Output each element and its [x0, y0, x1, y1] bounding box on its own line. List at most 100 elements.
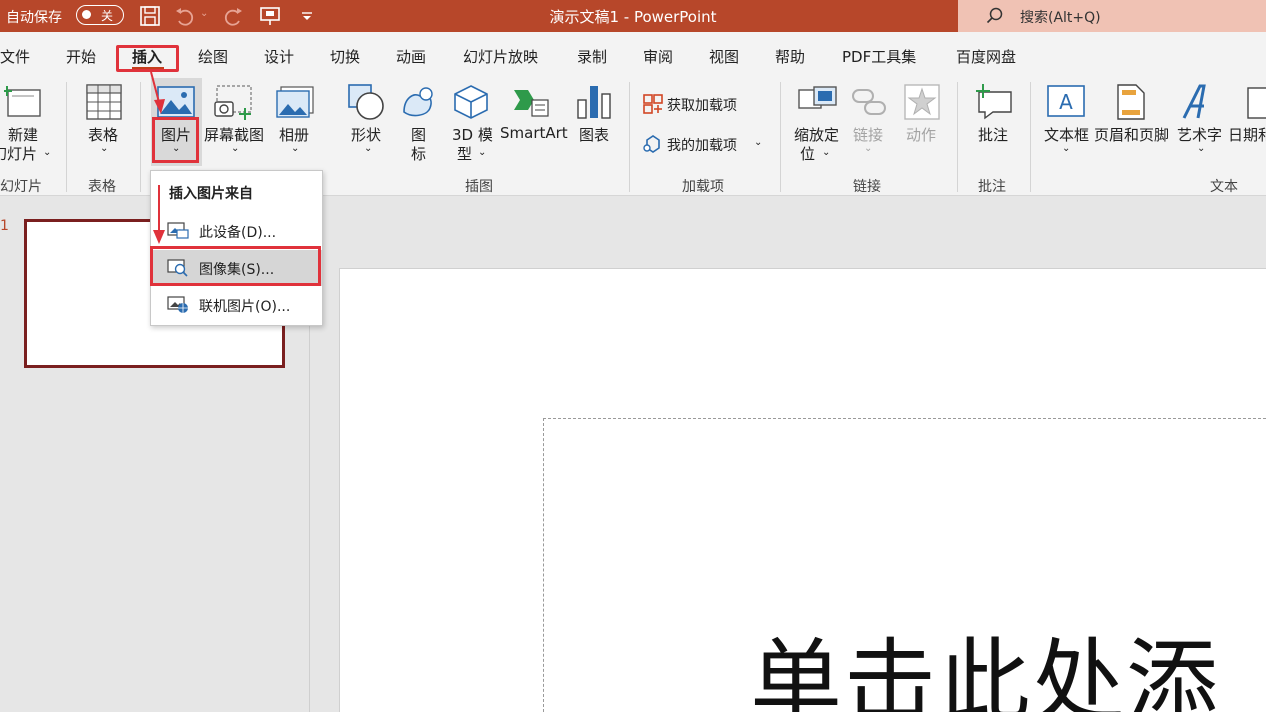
comment-icon[interactable] [975, 84, 1015, 120]
insert-tab-highlight [116, 45, 179, 72]
tab-pdf-tools[interactable]: PDF工具集 [842, 46, 916, 67]
tab-record[interactable]: 录制 [577, 46, 607, 67]
screenshot-chevron-icon[interactable]: ⌄ [231, 143, 239, 154]
autosave-state: 关 [101, 9, 114, 23]
slide-number: 1 [0, 218, 9, 234]
get-addins-icon[interactable] [643, 94, 663, 114]
header-footer-icon[interactable] [1116, 84, 1146, 120]
album-chevron-icon[interactable]: ⌄ [291, 143, 299, 154]
customize-qat-icon[interactable] [296, 5, 318, 27]
tab-view[interactable]: 视图 [709, 46, 739, 67]
undo-icon[interactable] [174, 5, 196, 27]
shapes-chevron-icon[interactable]: ⌄ [364, 143, 372, 154]
link-icon[interactable] [851, 86, 887, 118]
date-time-label[interactable]: 日期和 [1228, 124, 1266, 145]
header-footer-label[interactable]: 页眉和页脚 [1094, 124, 1169, 145]
3d-model-label-2[interactable]: 型 [457, 143, 472, 164]
3d-model-label-1[interactable]: 3D 模 [452, 124, 493, 145]
chart-label[interactable]: 图表 [579, 124, 609, 145]
screenshot-label[interactable]: 屏幕截图 [204, 124, 264, 145]
table-label[interactable]: 表格 [88, 124, 118, 145]
new-slide-chevron-icon[interactable]: ⌄ [43, 147, 51, 158]
link-label[interactable]: 链接 [853, 124, 883, 145]
svg-text:A: A [1059, 90, 1073, 114]
search-icon [986, 7, 1003, 24]
tab-animations[interactable]: 动画 [396, 46, 426, 67]
my-addins-icon[interactable] [643, 134, 663, 154]
search-box[interactable]: 搜索(Alt+Q) [958, 0, 1266, 32]
group-separator [957, 82, 958, 192]
date-time-icon[interactable] [1246, 84, 1266, 120]
album-label[interactable]: 相册 [279, 124, 309, 145]
icons-label-2[interactable]: 标 [411, 143, 426, 164]
undo-dropdown-icon[interactable]: ⌄ [200, 8, 208, 19]
group-tables-label: 表格 [88, 179, 116, 195]
3d-model-icon[interactable] [452, 84, 490, 120]
zoom-label-1[interactable]: 缩放定 [794, 124, 839, 145]
present-icon[interactable] [259, 5, 281, 27]
tab-slideshow[interactable]: 幻灯片放映 [463, 46, 538, 67]
tab-baidu-netdisk[interactable]: 百度网盘 [956, 46, 1016, 67]
dropdown-header: 插入图片来自 [169, 186, 253, 202]
menu-item-online-pictures[interactable]: 联机图片(O)... [151, 287, 322, 323]
shapes-icon[interactable] [348, 84, 386, 120]
tab-transitions[interactable]: 切换 [330, 46, 360, 67]
redo-icon[interactable] [222, 5, 244, 27]
table-chevron-icon[interactable]: ⌄ [100, 143, 108, 154]
smartart-label[interactable]: SmartArt [500, 124, 568, 142]
online-pictures-icon [167, 296, 188, 313]
comment-label[interactable]: 批注 [978, 124, 1008, 145]
tab-draw[interactable]: 绘图 [198, 46, 228, 67]
zoom-label-2[interactable]: 位 [800, 143, 815, 164]
zoom-chevron-icon[interactable]: ⌄ [822, 147, 830, 158]
tab-file[interactable]: 文件 [0, 46, 30, 67]
wordart-chevron-icon[interactable]: ⌄ [1197, 143, 1205, 154]
title-placeholder-text[interactable]: 单击此处添 [750, 608, 1220, 712]
group-comments-label: 批注 [978, 179, 1006, 195]
group-separator [629, 82, 630, 192]
new-slide-icon[interactable] [4, 84, 42, 120]
action-label[interactable]: 动作 [906, 124, 936, 145]
ribbon-tabs: 文件 开始 插入 绘图 设计 切换 动画 幻灯片放映 录制 审阅 视图 帮助 P… [0, 32, 1266, 76]
chart-icon[interactable] [576, 84, 612, 120]
my-addins-chevron-icon[interactable]: ⌄ [754, 137, 762, 148]
tab-review[interactable]: 审阅 [643, 46, 673, 67]
my-addins-label[interactable]: 我的加载项 [667, 135, 737, 155]
autosave-toggle[interactable]: 关 [76, 5, 124, 25]
photo-album-icon[interactable] [276, 86, 314, 118]
tab-home[interactable]: 开始 [66, 46, 96, 67]
action-icon[interactable] [904, 84, 940, 120]
icons-icon[interactable] [400, 84, 438, 120]
textbox-icon[interactable]: A [1046, 84, 1086, 120]
tab-help[interactable]: 帮助 [775, 46, 805, 67]
wordart-icon[interactable] [1180, 84, 1216, 120]
group-separator [66, 82, 67, 192]
save-icon[interactable] [139, 5, 161, 27]
group-separator [1030, 82, 1031, 192]
screenshot-icon[interactable] [213, 84, 255, 120]
tab-design[interactable]: 设计 [264, 46, 294, 67]
get-addins-label[interactable]: 获取加载项 [667, 95, 737, 115]
online-pictures-label: 联机图片(O)... [199, 299, 291, 315]
group-separator [780, 82, 781, 192]
new-slide-label-1[interactable]: 新建 [8, 124, 38, 145]
shapes-label[interactable]: 形状 [351, 124, 381, 145]
3d-model-chevron-icon[interactable]: ⌄ [478, 147, 486, 158]
annotation-arrows [150, 71, 165, 244]
this-device-label: 此设备(D)... [199, 225, 277, 241]
group-links-label: 链接 [853, 179, 881, 195]
group-addins-label: 加载项 [682, 179, 724, 195]
wordart-label[interactable]: 艺术字 [1177, 124, 1222, 145]
new-slide-label-2[interactable]: 幻灯片 [0, 143, 37, 164]
link-chevron-icon[interactable]: ⌄ [864, 143, 872, 154]
table-icon[interactable] [86, 84, 122, 120]
zoom-icon[interactable] [798, 86, 838, 118]
icons-label-1[interactable]: 图 [411, 124, 426, 145]
search-placeholder: 搜索(Alt+Q) [1020, 10, 1101, 26]
toggle-knob [82, 10, 91, 19]
textbox-chevron-icon[interactable]: ⌄ [1062, 143, 1070, 154]
smartart-icon[interactable] [512, 86, 550, 118]
group-text-label: 文本 [1210, 179, 1238, 195]
autosave-label: 自动保存 [6, 10, 62, 26]
textbox-label[interactable]: 文本框 [1044, 124, 1089, 145]
